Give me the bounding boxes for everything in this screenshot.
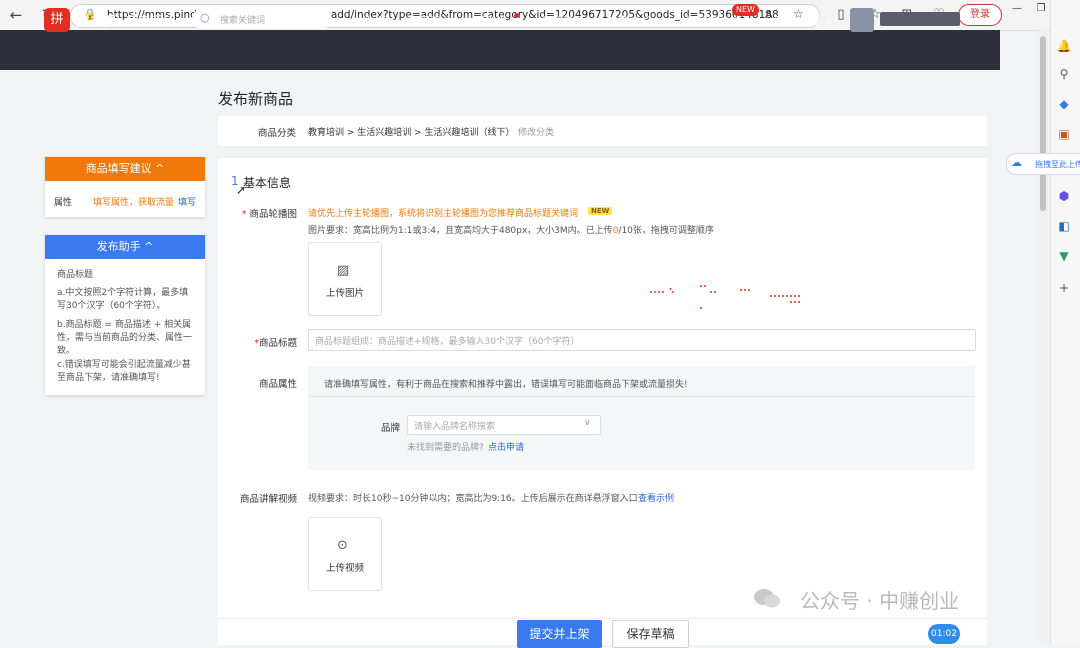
video-requirement: 视频要求：时长10秒~10分钟以内；宽高比为9:16。上传后展示在商详悬浮窗入口 xyxy=(308,494,638,504)
attr-fill-link[interactable]: 填写 xyxy=(178,195,196,208)
section-title: 基本信息 xyxy=(243,176,292,190)
video-example-link[interactable]: 查看示例 xyxy=(638,491,674,504)
copilot-icon[interactable]: ⬢ xyxy=(1056,188,1072,204)
helper-panel-header[interactable]: 发布助手 ^ xyxy=(45,235,205,259)
app-header xyxy=(0,30,1000,70)
avatar[interactable] xyxy=(850,8,874,32)
play-circle-icon: ⊙ xyxy=(337,538,348,553)
drop-icon[interactable]: ▼ xyxy=(1056,248,1072,264)
helper-tip-c: c.错误填写可能会引起流量减少甚至商品下架，请准确填写! xyxy=(57,360,191,383)
helper-heading: 商品标题 xyxy=(57,270,94,280)
edit-category-link[interactable]: 修改分类 xyxy=(518,125,554,138)
split-screen-icon[interactable]: ▯ xyxy=(832,6,850,24)
upload-image-button[interactable]: ▨ 上传图片 xyxy=(308,242,382,316)
bottom-action-bar xyxy=(218,618,987,645)
nav-growth[interactable]: 商家成长 ∨ xyxy=(607,13,663,29)
category-row: 商品分类 教育培训 > 生活兴趣培训 > 生活兴趣培训（线下） 修改分类 xyxy=(218,116,987,146)
suggestion-panel: 商品填写建议 ^ 属性 填写属性，获取流量 填写 xyxy=(45,157,205,217)
attr-notice: 请准确填写属性，有利于商品在搜索和推荐中露出，错误填写可能面临商品下架或流量损失… xyxy=(324,380,688,390)
brand-subtitle: 商家后台 xyxy=(126,14,175,28)
cloud-upload-popup[interactable]: ☁ 拖拽至此上传 xyxy=(1006,153,1080,175)
header-search[interactable]: ○ 搜索关键词 xyxy=(192,9,332,29)
nav-crossborder[interactable]: 跨境/买菜 ∨ xyxy=(774,13,833,29)
helper-tip-a: a.中文按照2个字符计算，最多填写30个汉字（60个字符）。 xyxy=(57,288,189,311)
add-icon[interactable]: + xyxy=(1056,280,1072,296)
account-chevron-down-icon[interactable]: ∨ xyxy=(974,13,982,26)
restore-icon[interactable]: ❐ xyxy=(1030,2,1052,16)
attr-label: 属性 xyxy=(54,198,73,208)
upload-video-button[interactable]: ⊙ 上传视频 xyxy=(308,517,382,591)
read-aloud-icon[interactable]: A xyxy=(765,8,773,21)
back-arrow-icon[interactable]: ← xyxy=(6,5,26,25)
bell-icon[interactable]: 🔔 xyxy=(1056,38,1072,54)
account-name-blurred[interactable] xyxy=(880,12,960,26)
search-icon: ○ xyxy=(200,11,210,24)
helper-tip-b: b.商品标题 = 商品描述 + 相关属性，需与当前商品的分类、属性一致。 xyxy=(57,320,193,356)
page-title: 发布新商品 xyxy=(218,90,294,108)
cloud-icon: ☁ xyxy=(1011,156,1022,169)
video-label: 商品讲解视频 xyxy=(239,494,297,505)
attr-section-label: 商品属性 xyxy=(258,379,297,390)
images-new-tag: NEW xyxy=(588,207,613,215)
new-badge: NEW xyxy=(732,4,759,16)
category-path: 教育培训 > 生活兴趣培训 > 生活兴趣培训（线下） xyxy=(308,128,515,138)
brand-select[interactable]: 请输入品牌名称搜索 ∨ xyxy=(407,415,601,435)
image-icon: ▨ xyxy=(337,263,350,278)
loading-noise-image xyxy=(650,285,800,309)
brand-apply-link[interactable]: 点击申请 xyxy=(488,440,524,453)
nav-messages[interactable]: 站内信 xyxy=(352,13,385,29)
brand-placeholder: 请输入品牌名称搜索 xyxy=(414,422,496,432)
minimize-icon[interactable]: — xyxy=(1006,2,1028,16)
brand-missing: 未找到需要的品牌? xyxy=(407,443,484,453)
watermark-text: 公众号 · 中赚创业 xyxy=(800,589,960,613)
images-requirement: 图片要求：宽高比例为1:1或3:4，且宽高均大于480px，大小3M内。已上传0… xyxy=(308,226,714,236)
nav-live[interactable]: 多多直播 xyxy=(540,13,584,29)
category-label: 商品分类 xyxy=(258,128,297,139)
rules-notification-dot xyxy=(514,13,519,18)
nav-customer-service[interactable]: 客服平台 xyxy=(408,13,452,29)
search-placeholder: 搜索关键词 xyxy=(220,16,266,26)
images-tip: 请优先上传主轮播图，系统将识别主轮播图为您推荐商品标题关键词 xyxy=(308,209,579,219)
nav-rules-center[interactable]: 规则中心 xyxy=(474,13,518,29)
upload-video-label: 上传视频 xyxy=(325,563,364,574)
title-input[interactable]: 商品标题组成：商品描述+规格，最多输入30个汉字（60个字符） xyxy=(308,329,976,351)
wechat-logo-icon xyxy=(754,589,780,608)
search-sidebar-icon[interactable]: ⚲ xyxy=(1056,66,1072,82)
tag-icon[interactable]: ◆ xyxy=(1056,96,1072,112)
outlook-icon[interactable]: ◧ xyxy=(1056,218,1072,234)
attr-divider xyxy=(308,396,975,397)
pinduoduo-logo-icon: 拼 xyxy=(44,8,70,32)
title-label: *商品标题 xyxy=(254,338,297,349)
chevron-down-icon: ∨ xyxy=(584,418,591,428)
title-placeholder: 商品标题组成：商品描述+规格，最多输入30个汉字（60个字符） xyxy=(315,337,580,347)
images-label: * 商品轮播图 xyxy=(241,209,297,220)
helper-panel: 发布助手 ^ 商品标题 a.中文按照2个字符计算，最多填写30个汉字（60个字符… xyxy=(45,235,205,395)
attr-tip: 填写属性，获取流量 xyxy=(93,198,175,208)
scrollbar-thumb[interactable] xyxy=(1040,36,1046,211)
mouse-cursor-icon: ➚ xyxy=(236,183,247,197)
timer-badge: 01:02 xyxy=(928,624,960,644)
briefcase-icon[interactable]: ▣ xyxy=(1056,126,1072,142)
brand-name: 拼多多 xyxy=(76,14,118,30)
suggestion-panel-header[interactable]: 商品填写建议 ^ xyxy=(45,157,205,181)
upload-image-label: 上传图片 xyxy=(325,288,364,299)
brand-label: 品牌 xyxy=(381,423,401,434)
cloud-tip: 拖拽至此上传 xyxy=(1035,160,1080,169)
